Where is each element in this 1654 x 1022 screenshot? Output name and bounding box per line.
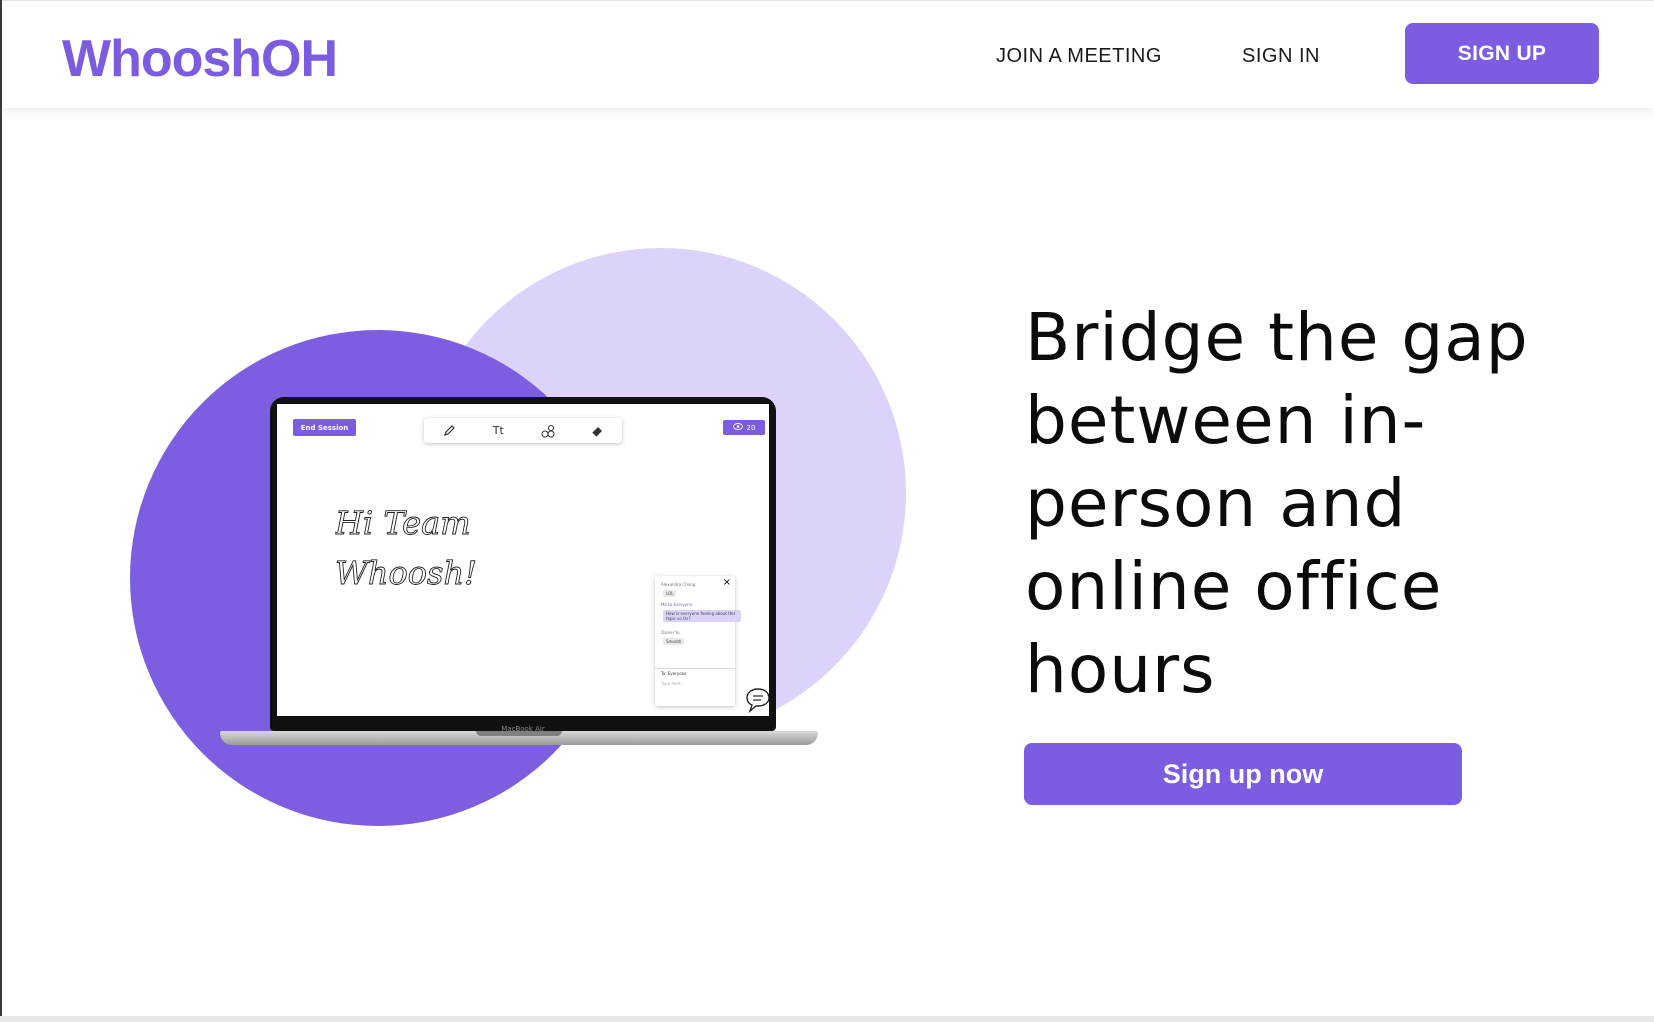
- laptop-screen: End Session Tt 20 Hi Team Whoosh! × Alex…: [277, 404, 769, 716]
- handwriting-line-1: Hi Team: [335, 504, 471, 542]
- laptop-notch: [476, 731, 562, 736]
- chat-message: Smooth: [663, 638, 685, 645]
- viewer-count-badge: 20: [723, 420, 765, 435]
- handwritten-note: Hi Team Whoosh!: [335, 504, 477, 593]
- chat-sender: Daniel Yu: [661, 630, 680, 635]
- whiteboard-toolbar: Tt: [424, 418, 622, 443]
- chat-sender: Alexandra Chang: [661, 582, 696, 587]
- eye-icon: [732, 423, 743, 432]
- pencil-icon: [439, 421, 459, 441]
- chat-bubble-icon: [746, 688, 769, 714]
- chat-panel: × Alexandra Chang LOL Me to Everyone How…: [655, 576, 769, 714]
- chat-message: How is everyone feeling about this topic…: [663, 610, 741, 622]
- join-meeting-link[interactable]: JOIN A MEETING: [996, 45, 1162, 68]
- viewer-count: 20: [746, 423, 756, 432]
- chat-message: LOL: [663, 590, 677, 597]
- chat-input-placeholder: Type here...: [661, 681, 685, 686]
- chat-recipient: To: Everyone: [661, 671, 687, 676]
- end-session-button: End Session: [293, 419, 356, 436]
- top-navbar: WhooshOH JOIN A MEETING SIGN IN SIGN UP: [2, 0, 1654, 108]
- close-icon: ×: [722, 577, 731, 588]
- sign-up-button[interactable]: SIGN UP: [1405, 23, 1599, 84]
- handwriting-line-2: Whoosh!: [335, 554, 477, 592]
- hero-headline: Bridge the gap between in-person and onl…: [1025, 299, 1529, 708]
- text-icon: Tt: [492, 424, 504, 437]
- chat-sender: Me to Everyone: [661, 602, 693, 607]
- laptop-illustration: End Session Tt 20 Hi Team Whoosh! × Alex…: [270, 397, 776, 733]
- window-frame-left: [0, 0, 2, 1022]
- brand-logo[interactable]: WhooshOH: [62, 29, 338, 89]
- sign-in-link[interactable]: SIGN IN: [1242, 45, 1320, 68]
- eraser-icon: [587, 421, 607, 441]
- window-frame-bottom: [0, 1016, 1654, 1022]
- sign-up-now-button[interactable]: Sign up now: [1024, 743, 1462, 805]
- laptop-base: [220, 731, 818, 745]
- chat-divider: [655, 668, 735, 669]
- shapes-icon: [538, 421, 558, 441]
